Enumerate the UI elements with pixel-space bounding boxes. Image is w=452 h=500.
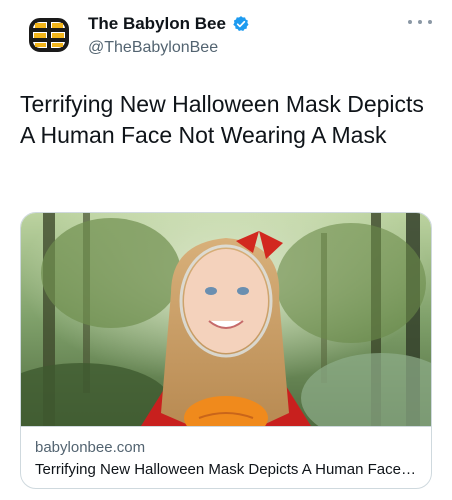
user-handle[interactable]: @TheBabylonBee <box>88 39 250 57</box>
avatar[interactable] <box>20 6 78 64</box>
link-card-meta: babylonbee.com Terrifying New Halloween … <box>21 426 431 488</box>
bee-logo-icon <box>23 9 75 61</box>
display-name[interactable]: The Babylon Bee <box>88 14 226 34</box>
dot <box>408 20 412 24</box>
link-title: Terrifying New Halloween Mask Depicts A … <box>35 461 419 478</box>
article-photo[interactable] <box>21 213 431 426</box>
tweet-text: Terrifying New Halloween Mask Depicts A … <box>20 91 424 148</box>
more-options-icon[interactable] <box>408 12 432 32</box>
verified-badge-icon <box>233 16 249 32</box>
display-name-row: The Babylon Bee <box>88 14 250 34</box>
author-names: The Babylon Bee @TheBabylonBee <box>88 14 250 57</box>
dot <box>418 20 422 24</box>
dot <box>428 20 432 24</box>
tweet-header: The Babylon Bee @TheBabylonBee <box>20 6 432 66</box>
link-domain: babylonbee.com <box>35 439 146 456</box>
link-card[interactable]: babylonbee.com Terrifying New Halloween … <box>20 212 432 489</box>
